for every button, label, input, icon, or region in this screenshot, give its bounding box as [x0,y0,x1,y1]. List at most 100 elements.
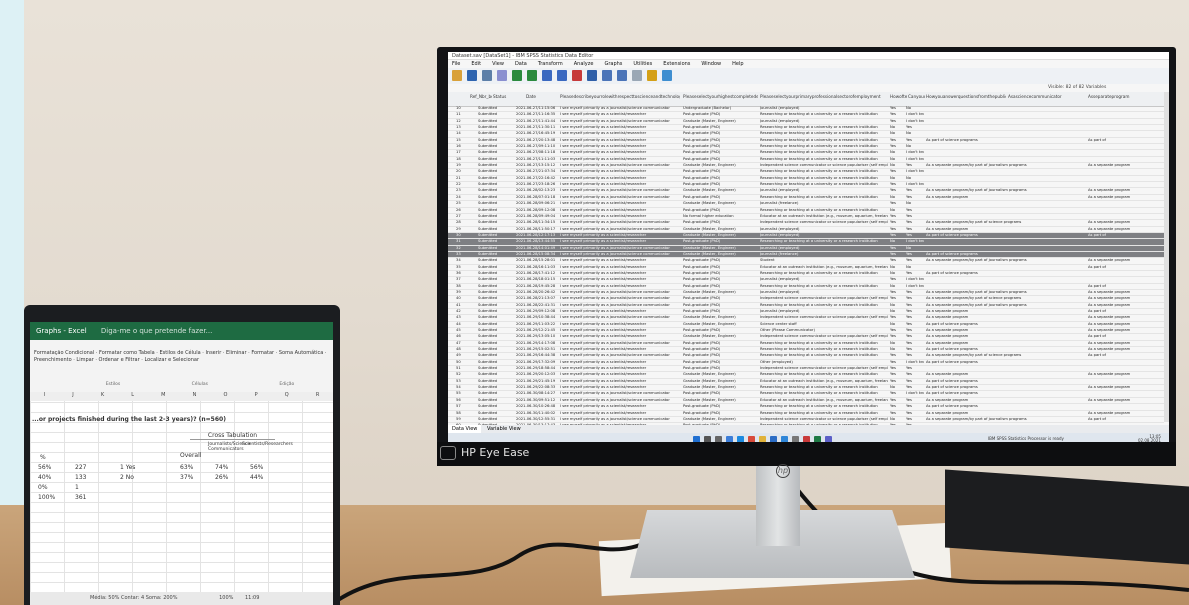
cell-edu[interactable]: Graduate (Master, Engineer) [683,322,758,327]
ribbon-format[interactable]: Formatar [251,350,274,356]
cell-role[interactable]: I see myself primarily as a journalist/s… [560,252,680,257]
menu-analyze[interactable]: Analyze [574,60,594,68]
cell-status[interactable]: Submitted [478,169,514,174]
cell-often[interactable]: No [890,150,905,155]
cell-sector[interactable]: Researching or teaching at a university … [760,239,888,244]
cell-sector[interactable]: Educator at an outreach institution (e.g… [760,379,888,384]
cell-role[interactable]: I see myself primarily as a scientist/re… [560,138,680,143]
cell-status[interactable]: Submitted [478,227,514,232]
cell-status[interactable]: Submitted [478,353,514,358]
cell-often[interactable]: No [890,208,905,213]
cell-role[interactable]: I see myself primarily as a scientist/re… [560,411,680,416]
cell-num[interactable]: 45 [456,328,468,333]
weight-cases-icon[interactable] [647,70,657,81]
cell-sector[interactable]: Independent science communicator or scie… [760,334,888,339]
cell-often[interactable]: Yes [890,290,905,295]
cell-comm[interactable]: Yes [906,404,924,409]
cell-status[interactable]: Submitted [478,366,514,371]
cell-comm[interactable]: Yes [906,411,924,416]
spss-data-grid[interactable]: 10 Submitted 2021-06-27/11:15:06 I see myse… [448,106,1164,426]
cell-role[interactable]: I see myself primarily as a scientist/re… [560,239,680,244]
cell-comm[interactable]: Yes [906,328,924,333]
cell-status[interactable]: Submitted [478,277,514,282]
print-icon[interactable] [482,70,492,81]
cell-date[interactable]: 2021-06-30/12:55:31 [516,417,558,422]
cell-role[interactable]: I see myself primarily as a scientist/re… [560,214,680,219]
column-header[interactable]: Asseparateprogram [1088,94,1158,99]
cell-date[interactable]: 2021-06-29/09:12:08 [516,309,558,314]
open-file-icon[interactable] [452,70,462,81]
cell-status[interactable]: Submitted [478,360,514,365]
cell-sector[interactable]: Journalist (employed) [760,290,888,295]
cell-num[interactable]: 37 [456,277,468,282]
cell-num[interactable]: 29 [456,227,468,232]
cell-ans[interactable]: As a separate program/by part of journal… [926,163,1086,168]
cell-status[interactable]: Submitted [478,341,514,346]
cell-sector[interactable]: Educator at an outreach institution (e.g… [760,214,888,219]
cell-ans[interactable]: As a separate program [926,309,1086,314]
cell-num[interactable]: 25 [456,201,468,206]
cell-ans[interactable]: As part of science programs [926,347,1086,352]
cell-comm[interactable]: Yes [906,341,924,346]
cell-comm[interactable]: Yes [906,125,924,130]
cell-status[interactable]: Submitted [478,157,514,162]
cell-edu[interactable]: Post-graduate (PhD) [683,258,758,263]
cell-edu[interactable]: Graduate (Master, Engineer) [683,227,758,232]
cell-role[interactable]: I see myself primarily as a scientist/re… [560,157,680,162]
cell-status[interactable]: Submitted [478,296,514,301]
cell-edu[interactable]: Post-graduate (PhD) [683,138,758,143]
excel-search-hint[interactable]: Diga-me o que pretende fazer... [101,327,212,335]
cell-date[interactable]: 2021-06-30/09:51:12 [516,398,558,403]
cell-comm[interactable]: I don't know [906,169,924,174]
cell-status[interactable]: Submitted [478,322,514,327]
cell-sector[interactable]: Researching or teaching at a university … [760,112,888,117]
cell-often[interactable]: Yes [890,220,905,225]
cell-edu[interactable]: Post-graduate (PhD) [683,208,758,213]
cell-num[interactable]: 51 [456,366,468,371]
cell-sector[interactable]: Researching or teaching at a university … [760,353,888,358]
cell-role[interactable]: I see myself primarily as a scientist/re… [560,347,680,352]
cell-often[interactable]: No [890,309,905,314]
cell-sep[interactable]: As a separate program [1088,347,1158,352]
cell-sep[interactable]: As part of [1088,233,1158,238]
cell-edu[interactable]: Graduate (Master, Engineer) [683,163,758,168]
cell-ans[interactable]: As a separate program [926,341,1086,346]
cell-role[interactable]: I see myself primarily as a scientist/re… [560,372,680,377]
cell-often[interactable]: No [890,131,905,136]
cell-edu[interactable]: Graduate (Master, Engineer) [683,252,758,257]
ribbon-format-table[interactable]: Formatar como Tabela [99,350,155,356]
excel-grid[interactable]: I J K L M N O P Q R ...or projects finis… [30,392,333,605]
cell-edu[interactable]: Graduate (Master, Engineer) [683,334,758,339]
cell-sep[interactable]: As part of [1088,417,1158,422]
excel-cell-pct[interactable]: 40% [38,474,51,481]
cell-date[interactable]: 2021-06-28/18:01:15 [516,277,558,282]
cell-sector[interactable]: Researching or teaching at a university … [760,347,888,352]
cell-num[interactable]: 20 [456,169,468,174]
cell-role[interactable]: I see myself primarily as a scientist/re… [560,112,680,117]
cell-often[interactable]: Yes [890,138,905,143]
cell-role[interactable]: I see myself primarily as a scientist/re… [560,176,680,181]
cell-status[interactable]: Submitted [478,195,514,200]
cell-sep[interactable]: As part of [1088,353,1158,358]
cell-edu[interactable]: Post-graduate (PhD) [683,347,758,352]
cell-num[interactable]: 55 [456,391,468,396]
cell-comm[interactable]: I don't know [906,119,924,124]
menu-extensions[interactable]: Extensions [663,60,690,68]
cell-role[interactable]: I see myself primarily as a scientist/re… [560,265,680,270]
cell-often[interactable]: Yes [890,404,905,409]
cell-num[interactable]: 35 [456,265,468,270]
cell-ans[interactable]: As a separate program [926,227,1086,232]
cell-status[interactable]: Submitted [478,398,514,403]
cell-often[interactable]: Yes [890,372,905,377]
cell-edu[interactable]: Post-graduate (PhD) [683,404,758,409]
cell-num[interactable]: 15 [456,138,468,143]
ribbon-fill[interactable]: Preenchimento [34,357,72,363]
cell-status[interactable]: Submitted [478,144,514,149]
cell-edu[interactable]: Graduate (Master, Engineer) [683,201,758,206]
cell-sep[interactable]: As part of [1088,138,1158,143]
cell-status[interactable]: Submitted [478,182,514,187]
cell-role[interactable]: I see myself primarily as a journalist/s… [560,391,680,396]
cell-often[interactable]: No [890,163,905,168]
variables-icon[interactable] [572,70,582,81]
cell-status[interactable]: Submitted [478,334,514,339]
